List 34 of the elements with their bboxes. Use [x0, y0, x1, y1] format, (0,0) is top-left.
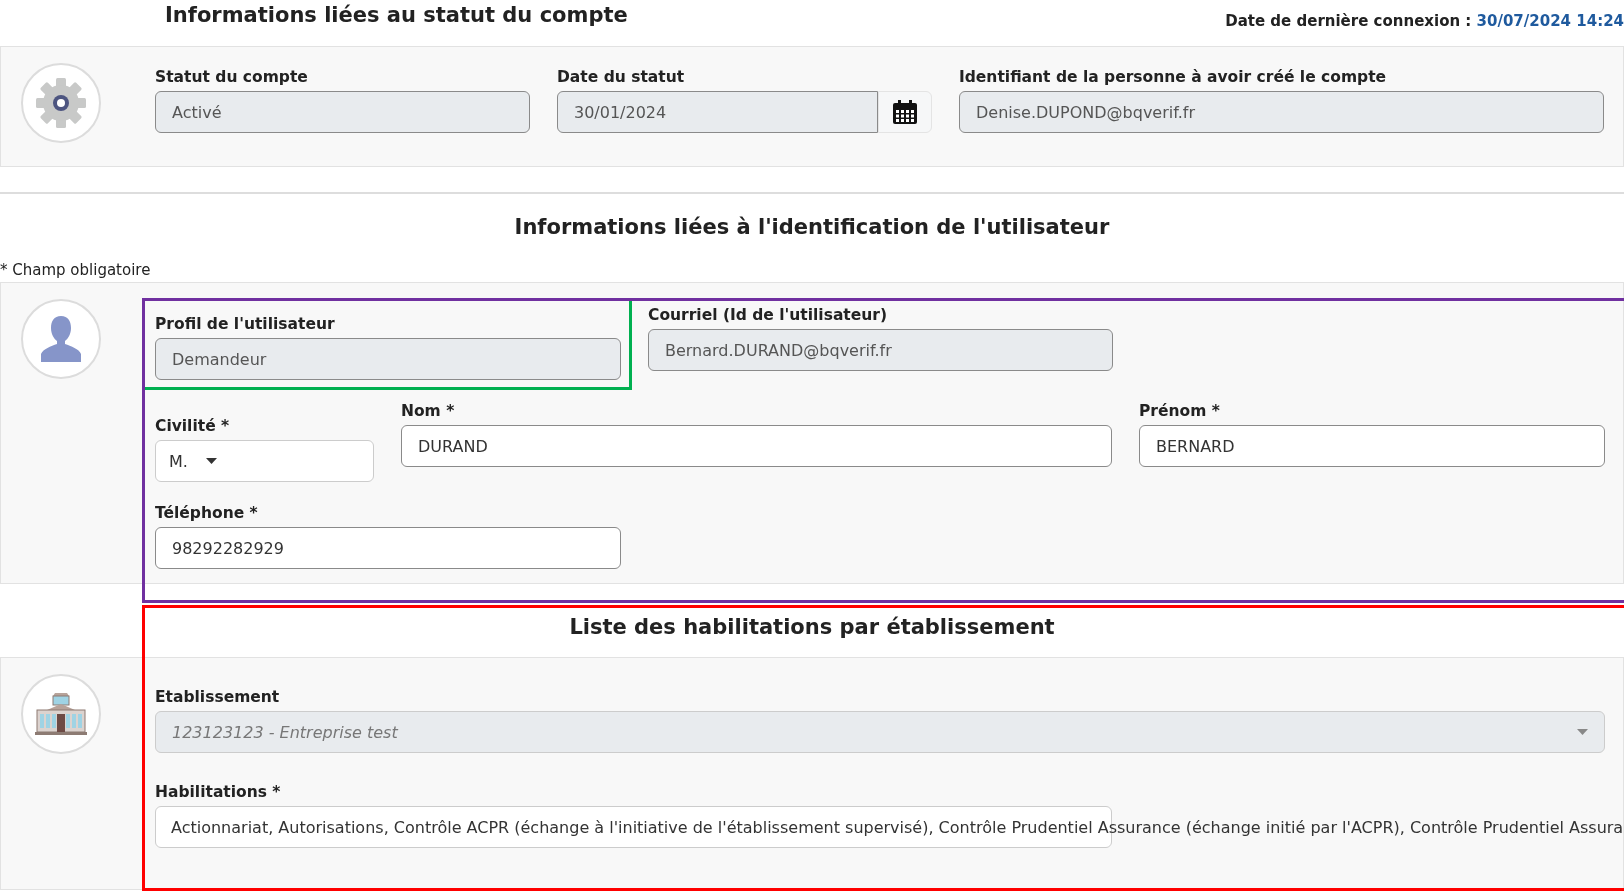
- section-title: Informations liées à l'identification de l'utilisateur: [513, 214, 1111, 241]
- field-label: Identifiant de la personne à avoir créé le compte: [959, 67, 1388, 88]
- date-field[interactable]: 30/01/2024: [557, 91, 878, 133]
- building-icon: [35, 692, 87, 736]
- field-label: Prénom *: [1139, 401, 1221, 422]
- caret-icon: [1577, 729, 1588, 735]
- field-label: Habilitations *: [155, 782, 282, 803]
- field-label: Courriel (Id de l'utilisateur): [648, 305, 889, 326]
- section-title: Liste des habilitations par établissement: [568, 614, 1056, 641]
- required-note: * Champ obligatoire: [0, 260, 152, 280]
- section-title: Informations liées au statut du compte: [165, 2, 628, 29]
- input-field[interactable]: Denise.DUPOND@bqverif.fr: [959, 91, 1604, 133]
- field-label: Date du statut: [557, 67, 686, 88]
- dropdown[interactable]: 123123123 - Entreprise test: [155, 711, 1605, 753]
- field-label: Civilité *: [155, 416, 231, 437]
- input-field[interactable]: 98292282929: [155, 527, 621, 569]
- dropdown[interactable]: M.: [155, 440, 374, 482]
- input-field[interactable]: Actionnariat, Autorisations, Contrôle ACPR (échange à l'initiative de l'établissement supervisé), Contrôle Prudentiel Assurance (échange initié par l'ACPR), Contrôle Prudentiel Assura: [155, 806, 1624, 848]
- field-label: Profil de l'utilisateur: [155, 314, 336, 335]
- field-label: Etablissement: [155, 687, 281, 708]
- field-label: Nom *: [401, 401, 456, 422]
- input-field[interactable]: Demandeur: [155, 338, 621, 380]
- input-field[interactable]: Bernard.DURAND@bqverif.fr: [648, 329, 1113, 371]
- gear-icon: [34, 76, 88, 130]
- calendar-button[interactable]: [878, 91, 932, 133]
- input-field[interactable]: BERNARD: [1139, 425, 1605, 467]
- calendar-icon: [892, 99, 918, 125]
- last-login-text: Date de dernière connexion : 30/07/2024 14:24: [1225, 12, 1624, 30]
- user-icon: [40, 314, 82, 364]
- caret-icon: [205, 458, 217, 464]
- input-field[interactable]: Activé: [155, 91, 530, 133]
- input-field[interactable]: DURAND: [401, 425, 1112, 467]
- field-label: Statut du compte: [155, 67, 309, 88]
- field-label: Téléphone *: [155, 503, 259, 524]
